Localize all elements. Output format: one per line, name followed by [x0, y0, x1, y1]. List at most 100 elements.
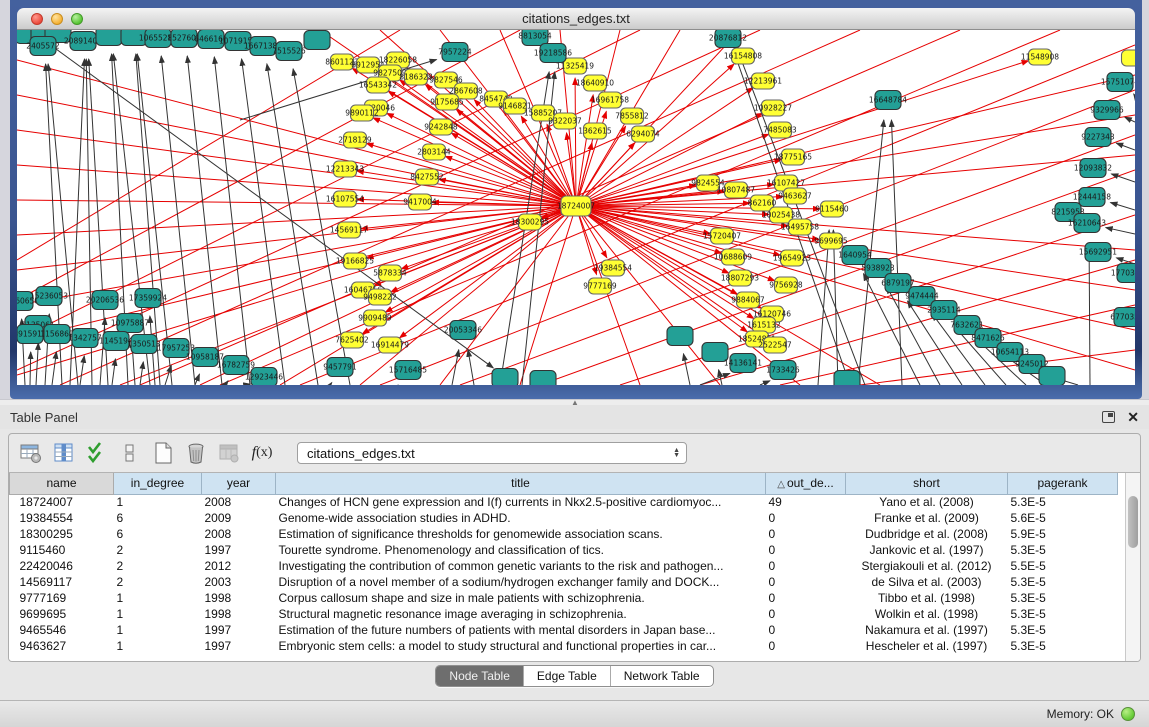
table-cell[interactable]: Tibbo et al. (1998)	[846, 590, 1008, 606]
graph-node[interactable]: 6294074	[626, 126, 660, 142]
graph-node[interactable]: 10928227	[754, 100, 792, 116]
table-scrollbar[interactable]	[1125, 473, 1140, 661]
close-panel-icon[interactable]: ✕	[1127, 410, 1139, 424]
table-cell[interactable]: 0	[766, 542, 846, 558]
scrollbar-thumb[interactable]	[1128, 496, 1138, 548]
column-header-out_de[interactable]: △out_de...	[766, 473, 846, 494]
graph-node[interactable]: 12213961	[744, 73, 782, 89]
table-cell[interactable]: 0	[766, 526, 846, 542]
table-cell[interactable]: Estimation of the future numbers of pati…	[276, 622, 766, 638]
graph-node[interactable]: 9457791	[323, 358, 357, 377]
clear-selection-icon[interactable]	[118, 441, 142, 465]
table-cell[interactable]: 2008	[202, 494, 276, 510]
table-cell[interactable]: 5.3E-5	[1008, 622, 1118, 638]
graph-node[interactable]: 18724007	[557, 196, 595, 216]
tab-network-table[interactable]: Network Table	[610, 666, 713, 686]
graph-node[interactable]	[1039, 367, 1065, 386]
graph-node[interactable]: 7485083	[763, 122, 797, 138]
table-cell[interactable]: 2012	[202, 558, 276, 574]
table-cell[interactable]: Franke et al. (2009)	[846, 510, 1008, 526]
table-cell[interactable]: 18724007	[10, 494, 114, 510]
graph-node[interactable]: 9909489	[358, 310, 392, 326]
table-row[interactable]: 1456911722003Disruption of a novel membe…	[10, 574, 1118, 590]
table-cell[interactable]: 19384554	[10, 510, 114, 526]
graph-node[interactable]: 15716485	[389, 361, 427, 380]
table-cell[interactable]: 5.3E-5	[1008, 494, 1118, 510]
table-cell[interactable]: Investigating the contribution of common…	[276, 558, 766, 574]
table-cell[interactable]: 5.3E-5	[1008, 574, 1118, 590]
table-row[interactable]: 1938455462009Genome-wide association stu…	[10, 510, 1118, 526]
table-row[interactable]: 2242004622012Investigating the contribut…	[10, 558, 1118, 574]
column-header-short[interactable]: short	[846, 473, 1008, 494]
table-cell[interactable]: 0	[766, 638, 846, 654]
graph-node[interactable]: 16914479	[371, 337, 409, 353]
table-cell[interactable]: 6	[114, 510, 202, 526]
table-cell[interactable]: Corpus callosum shape and size in male p…	[276, 590, 766, 606]
table-cell[interactable]: 1997	[202, 638, 276, 654]
graph-node[interactable]: 7515526	[272, 42, 306, 61]
table-cell[interactable]: 0	[766, 622, 846, 638]
graph-node[interactable]	[96, 30, 122, 46]
table-cell[interactable]: 2003	[202, 574, 276, 590]
table-cell[interactable]: 1997	[202, 622, 276, 638]
window-titlebar[interactable]: citations_edges.txt	[17, 8, 1135, 30]
select-rows-icon[interactable]	[85, 441, 109, 465]
table-cell[interactable]: 2	[114, 558, 202, 574]
table-cell[interactable]: Stergiakouli et al. (2012)	[846, 558, 1008, 574]
table-cell[interactable]: 5.3E-5	[1008, 590, 1118, 606]
column-header-in_degree[interactable]: in_degree	[114, 473, 202, 494]
select-column-icon[interactable]	[52, 441, 76, 465]
graph-node[interactable]: 7855812	[615, 108, 649, 124]
table-cell[interactable]: 0	[766, 606, 846, 622]
graph-node[interactable]: 1350513	[127, 335, 161, 354]
table-cell[interactable]: 2	[114, 542, 202, 558]
network-canvas[interactable]: 1872400786011238912954182260589827509165…	[17, 30, 1135, 385]
graph-node[interactable]: 17359924	[129, 289, 167, 308]
table-cell[interactable]: 5.3E-5	[1008, 606, 1118, 622]
table-cell[interactable]: 5.3E-5	[1008, 542, 1118, 558]
graph-node[interactable]: 19654923	[773, 250, 811, 266]
table-cell[interactable]: Dudbridge et al. (2008)	[846, 526, 1008, 542]
table-cell[interactable]: 9465546	[10, 622, 114, 638]
graph-node[interactable]: 8427552	[410, 169, 444, 185]
table-cell[interactable]: 22420046	[10, 558, 114, 574]
graph-node[interactable]: 15751074	[1101, 73, 1135, 92]
panel-splitter[interactable]: ▲	[0, 399, 1149, 405]
table-cell[interactable]: Hescheler et al. (1997)	[846, 638, 1008, 654]
graph-node[interactable]: 2803144	[417, 144, 451, 160]
table-cell[interactable]: Tourette syndrome. Phenomenology and cla…	[276, 542, 766, 558]
graph-node[interactable]	[492, 369, 518, 386]
table-cell[interactable]: Disruption of a novel member of a sodium…	[276, 574, 766, 590]
graph-node[interactable]: 16154808	[724, 48, 762, 64]
table-cell[interactable]: Changes of HCN gene expression and I(f) …	[276, 494, 766, 510]
network-graph[interactable]: 1872400786011238912954182260589827509165…	[17, 30, 1135, 385]
table-cell[interactable]: Yano et al. (2008)	[846, 494, 1008, 510]
table-cell[interactable]: 9115460	[10, 542, 114, 558]
table-cell[interactable]: 1	[114, 606, 202, 622]
column-header-title[interactable]: title	[276, 473, 766, 494]
table-cell[interactable]: 0	[766, 590, 846, 606]
table-cell[interactable]: Nakamura et al. (1997)	[846, 622, 1008, 638]
table-cell[interactable]: Jankovic et al. (1997)	[846, 542, 1008, 558]
table-row[interactable]: 911546021997Tourette syndrome. Phenomeno…	[10, 542, 1118, 558]
table-cell[interactable]: 5.9E-5	[1008, 526, 1118, 542]
table-cell[interactable]: de Silva et al. (2003)	[846, 574, 1008, 590]
graph-node[interactable]: 16961758	[591, 92, 629, 108]
table-cell[interactable]: 1	[114, 622, 202, 638]
graph-node[interactable]	[304, 31, 330, 50]
function-builder-icon[interactable]: f(x)	[250, 441, 274, 465]
graph-node[interactable]	[667, 327, 693, 346]
table-cell[interactable]: 1998	[202, 590, 276, 606]
column-header-name[interactable]: name	[10, 473, 114, 494]
graph-node[interactable]: 12923446	[245, 368, 283, 386]
column-header-pagerank[interactable]: pagerank	[1008, 473, 1118, 494]
table-cell[interactable]: 9777169	[10, 590, 114, 606]
table-cell[interactable]: 5.5E-5	[1008, 558, 1118, 574]
graph-node[interactable]	[834, 371, 860, 386]
table-cell[interactable]: 1998	[202, 606, 276, 622]
graph-node[interactable]: 16107554	[326, 191, 364, 207]
graph-node[interactable]: 1362615	[578, 123, 612, 139]
table-cell[interactable]: 2	[114, 574, 202, 590]
graph-node[interactable]: 9756928	[769, 277, 803, 293]
graph-node[interactable]: 7957224	[438, 43, 472, 62]
